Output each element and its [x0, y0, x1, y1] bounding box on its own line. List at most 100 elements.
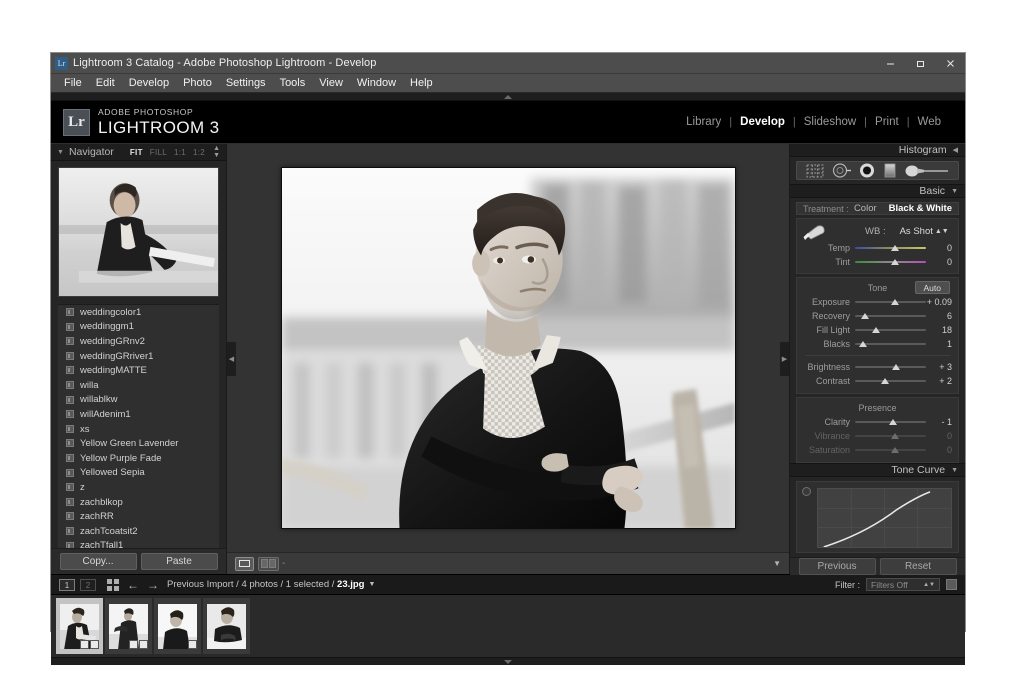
histogram-header[interactable]: Histogram ◀	[790, 144, 965, 157]
zoom-1-2[interactable]: 1:2	[193, 148, 205, 157]
treatment-bw-option[interactable]: Black & White	[889, 203, 952, 214]
list-item[interactable]: weddingMATTE	[58, 363, 219, 378]
badge-icon[interactable]	[90, 640, 99, 649]
slider-vibrance[interactable]: Vibrance 0	[797, 429, 958, 443]
slider-knob[interactable]	[890, 258, 899, 265]
slider-track[interactable]	[855, 340, 926, 349]
zoom-fill[interactable]: FILL	[150, 148, 167, 157]
crop-overlay-icon[interactable]	[805, 163, 825, 179]
toolbar-chevron-down-icon[interactable]: ▼	[773, 559, 781, 568]
filmstrip[interactable]	[51, 595, 965, 657]
slider-brightness[interactable]: Brightness + 3	[797, 360, 958, 374]
list-item[interactable]: zachblkop	[58, 495, 219, 510]
breadcrumb[interactable]: Previous Import / 4 photos / 1 selected …	[167, 579, 364, 590]
badge-icon[interactable]	[139, 640, 148, 649]
module-web[interactable]: Web	[910, 116, 949, 128]
forward-arrow-icon[interactable]: →	[147, 578, 159, 592]
filmstrip-thumb[interactable]	[203, 598, 250, 654]
right-panel-collapse-icon[interactable]: ▶	[780, 342, 789, 376]
breadcrumb-chevron-down-icon[interactable]: ▼	[368, 581, 375, 588]
module-print[interactable]: Print	[867, 116, 907, 128]
restore-icon[interactable]	[905, 53, 935, 74]
slider-track[interactable]	[855, 258, 926, 267]
zoom-fit[interactable]: FIT	[130, 148, 143, 157]
slider-knob[interactable]	[858, 340, 867, 347]
slider-knob[interactable]	[891, 298, 900, 305]
tone-curve-graph[interactable]	[817, 488, 952, 548]
list-item[interactable]: Yellow Green Lavender	[58, 436, 219, 451]
chevron-down-icon[interactable]	[495, 659, 521, 665]
slider-knob[interactable]	[861, 312, 870, 319]
menu-develop[interactable]: Develop	[122, 74, 176, 93]
slider-track[interactable]	[855, 363, 926, 372]
slider-clarity[interactable]: Clarity - 1	[797, 415, 958, 429]
spot-removal-icon[interactable]	[831, 162, 853, 179]
slider-track[interactable]	[855, 298, 926, 307]
slider-knob[interactable]	[891, 363, 900, 370]
back-arrow-icon[interactable]: ←	[127, 578, 139, 592]
chevron-left-icon[interactable]: ◀	[953, 146, 958, 154]
menu-help[interactable]: Help	[403, 74, 440, 93]
slider-fill-light[interactable]: Fill Light 18	[797, 323, 958, 337]
menu-settings[interactable]: Settings	[219, 74, 273, 93]
list-item[interactable]: weddinggm1	[58, 320, 219, 335]
close-icon[interactable]	[935, 53, 965, 74]
filmstrip-toggle-button[interactable]	[946, 579, 957, 590]
treatment-color-option[interactable]: Color	[854, 203, 877, 214]
badge-icon[interactable]	[129, 640, 138, 649]
reset-button[interactable]: Reset	[879, 558, 957, 575]
slider-blacks[interactable]: Blacks 1	[797, 337, 958, 351]
slider-track[interactable]	[855, 432, 926, 441]
chevron-updown-icon[interactable]: ▲▼	[923, 582, 935, 588]
filmstrip-thumb[interactable]	[105, 598, 152, 654]
slider-track[interactable]	[855, 377, 926, 386]
slider-track[interactable]	[855, 244, 926, 253]
list-item[interactable]: zachRR	[58, 509, 219, 524]
red-eye-icon[interactable]	[858, 162, 876, 179]
top-collapse-strip[interactable]	[51, 93, 965, 101]
grid-view-icon[interactable]	[107, 578, 119, 591]
filter-select[interactable]: Filters Off ▲▼	[866, 578, 940, 591]
eyedropper-icon[interactable]	[801, 224, 827, 246]
list-item[interactable]: Yellow Purple Fade	[58, 451, 219, 466]
slider-contrast[interactable]: Contrast + 2	[797, 374, 958, 388]
list-item[interactable]: willa	[58, 378, 219, 393]
slider-knob[interactable]	[890, 244, 899, 251]
zoom-1-1[interactable]: 1:1	[174, 148, 186, 157]
before-after-icon[interactable]	[258, 556, 279, 571]
zoom-stepper-icon[interactable]: ▲ ▼	[213, 145, 220, 159]
list-item[interactable]: Yellowed Sepia	[58, 466, 219, 481]
basic-section-header[interactable]: Basic ▼	[790, 184, 965, 198]
previous-button[interactable]: Previous	[798, 558, 876, 575]
list-item[interactable]: willablkw	[58, 393, 219, 408]
slider-track[interactable]	[855, 326, 926, 335]
left-panel-collapse-icon[interactable]: ◀	[227, 342, 236, 376]
chevron-up-icon[interactable]	[495, 94, 521, 100]
list-item[interactable]: zachTfall1	[58, 539, 219, 548]
wb-stepper-icon[interactable]: ▲▼	[935, 228, 949, 235]
list-item[interactable]: willAdenim1	[58, 407, 219, 422]
menu-photo[interactable]: Photo	[176, 74, 219, 93]
wb-value[interactable]: As Shot	[900, 226, 933, 237]
module-slideshow[interactable]: Slideshow	[796, 116, 864, 128]
menu-window[interactable]: Window	[350, 74, 403, 93]
filmstrip-thumb[interactable]	[56, 598, 103, 654]
slider-knob[interactable]	[872, 326, 881, 333]
chevron-down-icon[interactable]: ▼	[57, 149, 64, 156]
chevron-down-icon[interactable]: ▼	[951, 188, 958, 195]
list-item[interactable]: zachTcoatsit2	[58, 524, 219, 539]
graduated-filter-icon[interactable]	[882, 162, 898, 179]
chevron-down-icon[interactable]: ▼	[951, 467, 958, 474]
image-canvas[interactable]	[227, 144, 789, 552]
copy-button[interactable]: Copy...	[59, 553, 137, 570]
slider-tint[interactable]: Tint 0	[797, 255, 958, 269]
screen-2-button[interactable]: 2	[80, 578, 96, 591]
minimize-icon[interactable]	[875, 53, 905, 74]
list-item[interactable]: weddingGRriver1	[58, 349, 219, 364]
slider-track[interactable]	[855, 418, 926, 427]
list-item[interactable]: xs	[58, 422, 219, 437]
slider-knob[interactable]	[890, 432, 899, 439]
tone-curve-section-header[interactable]: Tone Curve ▼	[790, 463, 965, 477]
presets-list[interactable]: weddingcolor1 weddinggm1 weddingGRnv2 we…	[58, 304, 219, 548]
list-item[interactable]: z	[58, 480, 219, 495]
